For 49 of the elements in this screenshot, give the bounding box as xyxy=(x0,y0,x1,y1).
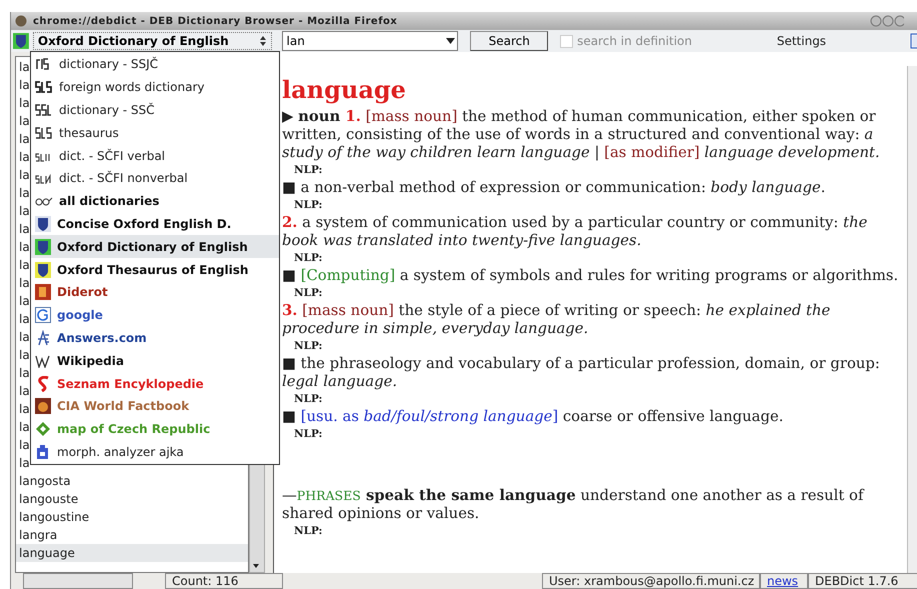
menu-item[interactable]: dictionary - SSČ xyxy=(31,98,279,122)
word-list-item[interactable]: language xyxy=(16,544,248,562)
version-label: DEBDict 1.7.6 xyxy=(808,573,917,589)
dictionary-select[interactable]: Oxford Dictionary of English xyxy=(32,32,272,50)
menu-item[interactable]: Oxford Thesaurus of English xyxy=(31,258,279,281)
menu-item[interactable]: all dictionaries xyxy=(31,190,279,213)
menu-item[interactable]: Wikipedia xyxy=(31,349,279,372)
nlp-label: NLP: xyxy=(293,339,324,354)
nlp-label: NLP: xyxy=(293,392,324,407)
menu-item[interactable]: Answers.com xyxy=(31,326,279,350)
menu-item[interactable]: Concise Oxford English D. xyxy=(31,212,279,236)
definition-text: 2. a system of communication used by a particular country or community: the book was translated into twenty-five languages. xyxy=(282,214,868,250)
menu-item[interactable]: CIA World Factbook xyxy=(31,394,279,418)
user-label: User: xrambous@apollo.fi.muni.cz xyxy=(542,573,760,589)
menu-item[interactable]: Diderot xyxy=(31,280,279,304)
definition-text: ■ [Computing] a system of symbols and rules for writing programs or algorithms. xyxy=(282,267,900,285)
definition-text: ■ [usu. as bad/foul/strong language] coarse or offensive language. xyxy=(282,408,784,426)
menu-item[interactable]: map of Czech Republic xyxy=(31,418,279,441)
nlp-label: NLP: xyxy=(293,163,324,178)
nlp-label: NLP: xyxy=(293,251,324,266)
menu-item[interactable]: Seznam Encyklopedie xyxy=(31,372,279,395)
menu-item[interactable]: dict. - SČFI verbal xyxy=(31,144,279,167)
definition-text: ▶ noun 1. [mass noun] the method of human communication, either spoken or written, consisting of the use of words in a structured and conventional way: a study of the way children learn language | [as modifier] language development. xyxy=(282,108,881,162)
window-title: chrome://debdict - DEB Dictionary Browser - Mozilla Firefox xyxy=(33,16,398,26)
definition-text: —PHRASES speak the same language understand one another as a result of shared opinions or values. xyxy=(282,487,866,523)
menu-item[interactable]: dictionary - SSJČ xyxy=(31,53,279,76)
menu-item[interactable]: dict. - SČFI nonverbal xyxy=(31,166,279,190)
definition-text: ■ the phraseology and vocabulary of a particular profession, domain, or group: legal language. xyxy=(282,355,881,391)
headword: language xyxy=(282,76,407,104)
news-link[interactable]: news xyxy=(767,574,798,588)
nlp-label: NLP: xyxy=(293,524,324,539)
menu-item[interactable]: thesaurus xyxy=(31,121,279,144)
word-list-item[interactable]: langosta xyxy=(16,472,248,490)
word-list-item[interactable]: langra xyxy=(16,526,248,544)
count-label: Count: 116 xyxy=(165,573,283,589)
definition-text: ■ a non-verbal method of expression or communication: body language. xyxy=(282,179,826,197)
query-field[interactable]: lan xyxy=(282,31,458,51)
nlp-label: NLP: xyxy=(293,198,324,213)
menu-item[interactable]: foreign words dictionary xyxy=(31,76,279,99)
search-button[interactable]: Search xyxy=(470,31,548,51)
menu-item[interactable]: Oxford Dictionary of English xyxy=(31,235,279,258)
menu-item[interactable]: morph. analyzer ajka xyxy=(31,440,279,464)
definition-text: 3. [mass noun] the style of a piece of writing or speech: he explained the procedure in simple, everyday language. xyxy=(282,302,832,338)
word-list-item[interactable]: langouste xyxy=(16,490,248,508)
menu-item[interactable]: google xyxy=(31,304,279,327)
nlp-label: NLP: xyxy=(293,286,324,301)
word-list-item[interactable]: langoustine xyxy=(16,508,248,526)
nlp-label: NLP: xyxy=(293,427,324,442)
settings-link[interactable]: Settings xyxy=(776,34,906,48)
